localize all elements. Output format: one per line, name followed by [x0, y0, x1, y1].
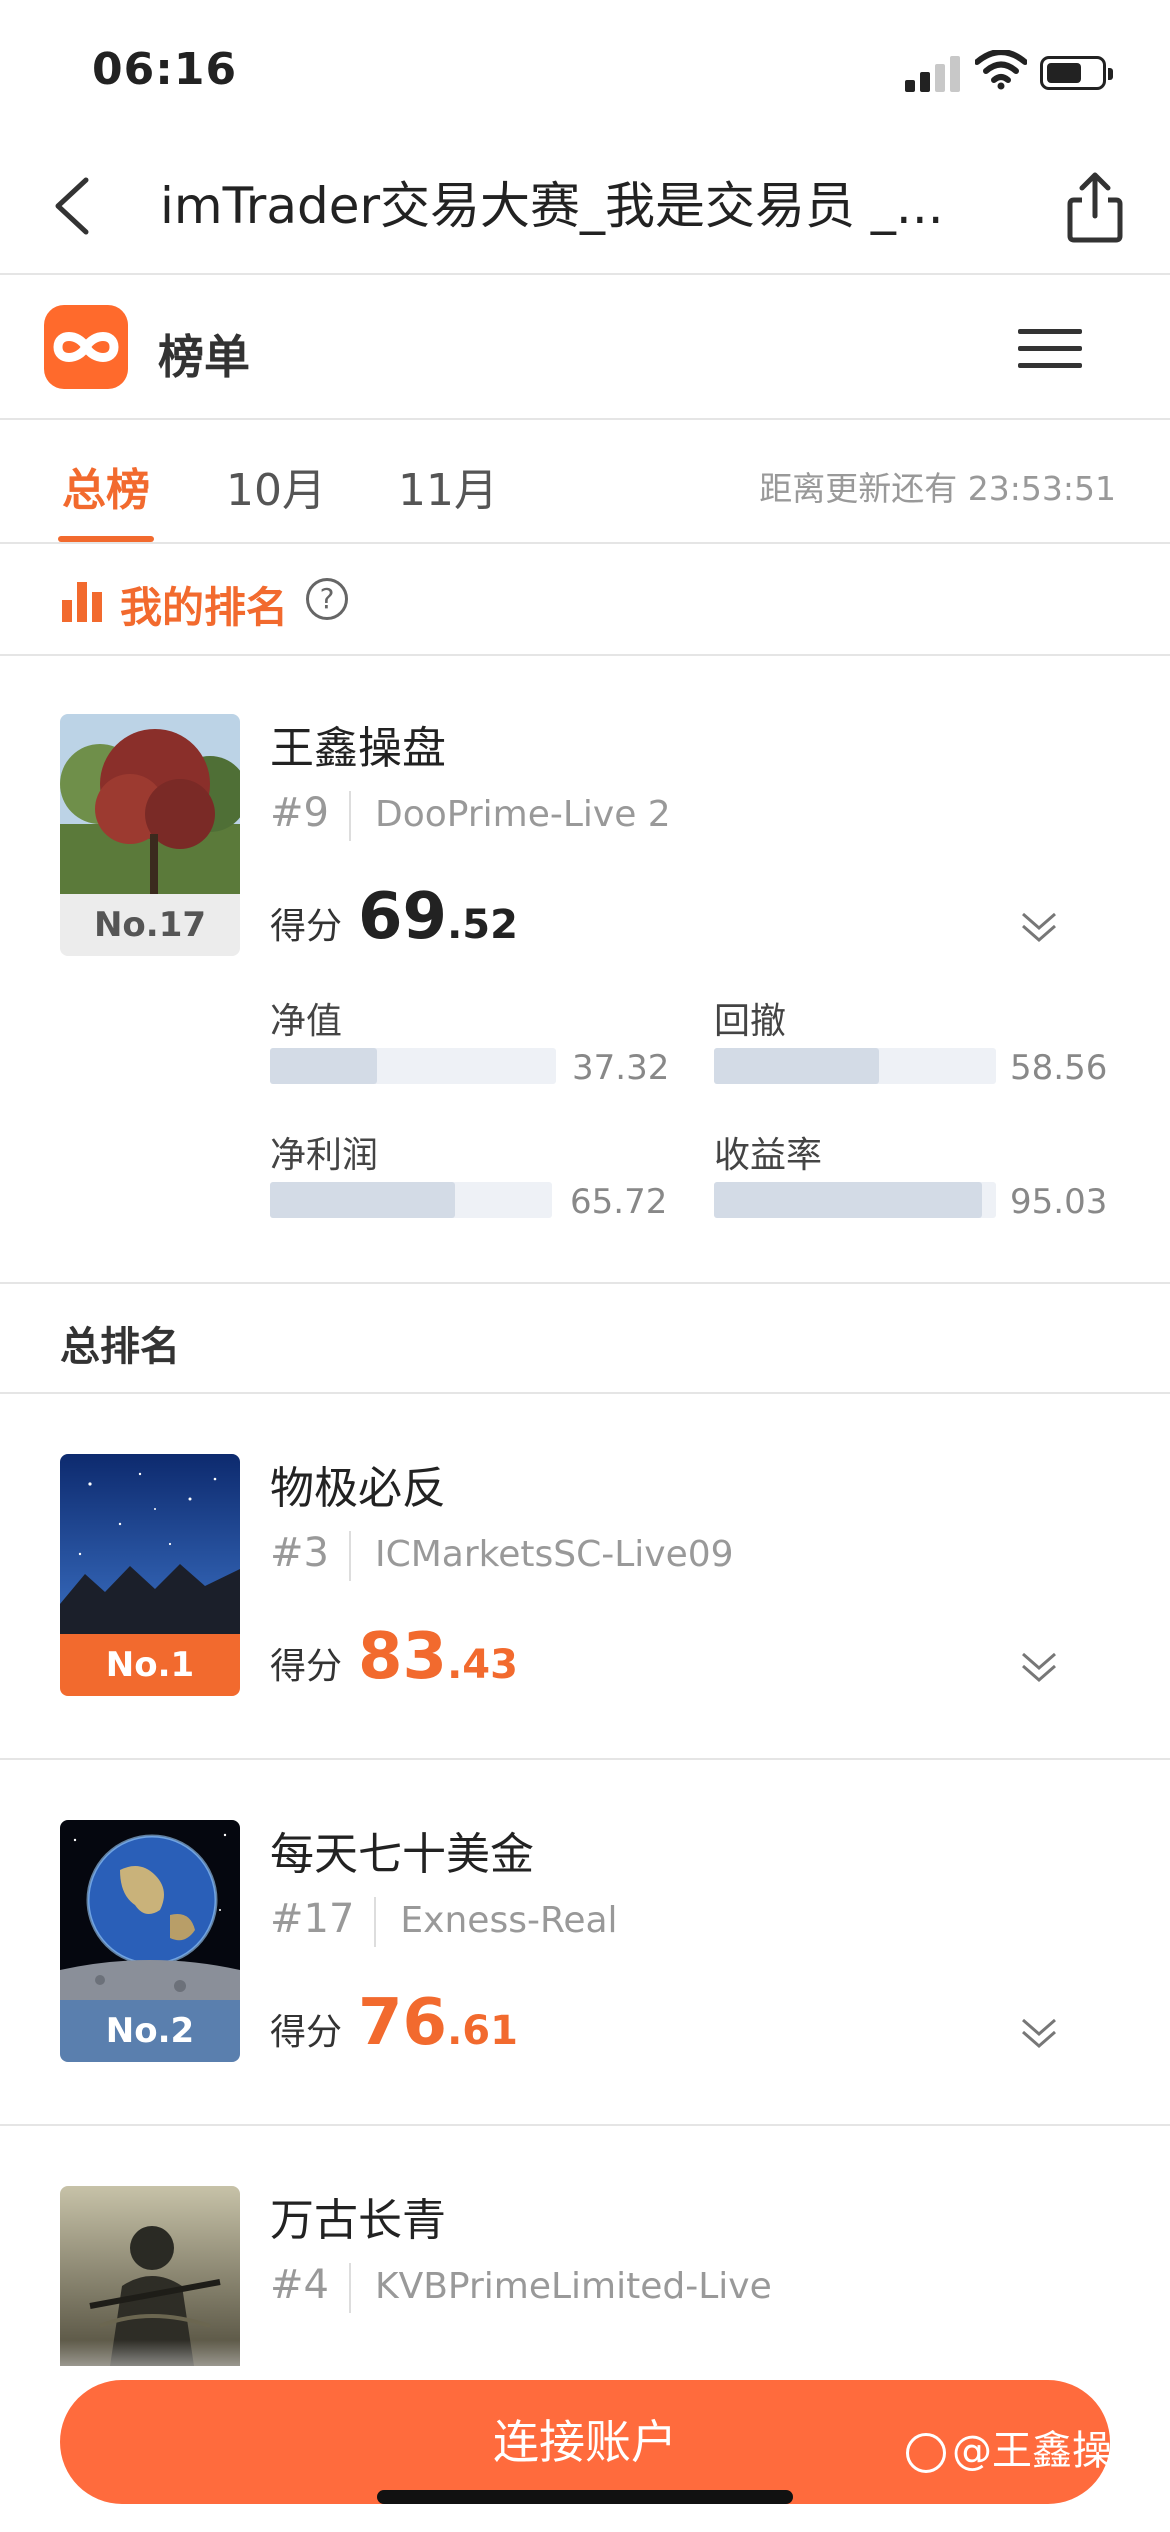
chevron-down-icon[interactable] — [1017, 908, 1061, 948]
score-label: 得分 — [270, 1646, 343, 1687]
my-rank-header: 我的排名 ? — [0, 546, 1170, 656]
trader-meta: #4 KVBPrimeLimited-Live — [270, 2262, 772, 2313]
avatar-night-sky-image — [60, 1454, 240, 1634]
weibo-icon — [906, 2433, 946, 2473]
trader-name: 每天七十美金 — [270, 1829, 534, 1880]
home-indicator — [377, 2490, 793, 2504]
trader-server: DooPrime-Live 2 — [374, 794, 671, 835]
score-label: 得分 — [270, 2012, 343, 2053]
score-decimal: .61 — [447, 2008, 518, 2054]
trader-rank: #3 — [270, 1530, 329, 1576]
trader-meta: #17 Exness-Real — [270, 1896, 618, 1947]
metric-bar-net-profit — [270, 1182, 552, 1218]
trader-score: 得分 76.61 — [270, 1986, 518, 2060]
avatar: No.1 — [60, 1454, 240, 1696]
help-icon[interactable]: ? — [306, 578, 348, 620]
trader-meta: #9 DooPrime-Live 2 — [270, 790, 671, 841]
score-integer: 83 — [358, 1620, 448, 1694]
app-bar: 榜单 — [0, 277, 1170, 420]
chevron-down-icon[interactable] — [1017, 2014, 1061, 2054]
score-decimal: .52 — [447, 902, 518, 948]
divider — [0, 2124, 1170, 2126]
app-logo-icon — [44, 305, 128, 389]
trader-score: 得分 83.43 — [270, 1620, 518, 1694]
metric-value-return-rate: 95.03 — [1010, 1182, 1108, 1222]
trader-rank: #4 — [270, 2262, 329, 2308]
trader-server: KVBPrimeLimited-Live — [374, 2266, 772, 2307]
tab-bar: 总榜 10月 11月 距离更新还有 23:53:51 — [0, 422, 1170, 544]
active-tab-indicator — [58, 536, 154, 542]
update-countdown: 距离更新还有 23:53:51 — [759, 469, 1116, 508]
trader-name: 物极必反 — [270, 1463, 446, 1514]
tab-october[interactable]: 10月 — [226, 454, 326, 518]
status-bar: 06:16 — [0, 0, 1170, 140]
wifi-icon — [975, 50, 1027, 90]
trader-rank: #9 — [270, 790, 329, 836]
trader-name: 万古长青 — [270, 2195, 446, 2246]
metric-value-drawdown: 58.56 — [1010, 1048, 1108, 1088]
trader-name: 王鑫操盘 — [270, 723, 446, 774]
tab-november[interactable]: 11月 — [398, 454, 498, 518]
divider — [0, 1392, 1170, 1394]
nav-header: imTrader交易大赛_我是交易员 _... — [0, 140, 1170, 275]
position-tag: No.1 — [60, 1634, 240, 1696]
page-title: imTrader交易大赛_我是交易员 _... — [160, 177, 944, 235]
my-rank-label: 我的排名 — [120, 583, 289, 632]
menu-icon[interactable] — [1018, 327, 1082, 371]
metric-bar-net-value — [270, 1048, 556, 1084]
score-label: 得分 — [270, 906, 343, 947]
bar-chart-icon — [62, 582, 104, 622]
watermark-text: @王鑫操盘 — [952, 2428, 1152, 2474]
app-name: 榜单 — [158, 330, 250, 384]
watermark: @王鑫操盘 — [906, 2418, 1152, 2476]
status-time: 06:16 — [92, 44, 238, 95]
score-integer: 76 — [358, 1986, 448, 2060]
metric-label-net-profit: 净利润 — [270, 1135, 379, 1176]
trader-server: ICMarketsSC-Live09 — [374, 1534, 734, 1575]
tab-overall[interactable]: 总榜 — [62, 454, 150, 518]
metric-bar-return-rate — [714, 1182, 996, 1218]
trader-rank: #17 — [270, 1896, 355, 1942]
metric-label-return-rate: 收益率 — [714, 1135, 823, 1176]
avatar: No.2 — [60, 1820, 240, 2062]
battery-icon — [1040, 56, 1113, 90]
avatar: No.17 — [60, 714, 240, 956]
back-arrow-icon[interactable] — [40, 170, 110, 240]
divider — [0, 1282, 1170, 1284]
trader-score: 得分 69.52 — [270, 880, 518, 954]
chevron-down-icon[interactable] — [1017, 1648, 1061, 1688]
share-icon[interactable] — [1060, 170, 1130, 246]
score-decimal: .43 — [447, 1642, 518, 1688]
metric-label-drawdown: 回撤 — [714, 1001, 787, 1042]
metric-label-net-value: 净值 — [270, 1001, 343, 1042]
metric-value-net-value: 37.32 — [572, 1048, 670, 1088]
cellular-signal-icon — [905, 56, 961, 92]
avatar-warrior-image — [60, 2186, 240, 2366]
avatar-earth-image — [60, 1820, 240, 2000]
metric-value-net-profit: 65.72 — [570, 1182, 668, 1222]
trader-server: Exness-Real — [400, 1900, 618, 1941]
position-tag: No.2 — [60, 2000, 240, 2062]
metric-bar-drawdown — [714, 1048, 996, 1084]
divider — [0, 1758, 1170, 1760]
trader-meta: #3 ICMarketsSC-Live09 — [270, 1530, 734, 1581]
position-tag: No.17 — [60, 894, 240, 956]
section-title-overall: 总排名 — [60, 1324, 180, 1370]
score-integer: 69 — [358, 880, 448, 954]
avatar-tree-image — [60, 714, 240, 894]
